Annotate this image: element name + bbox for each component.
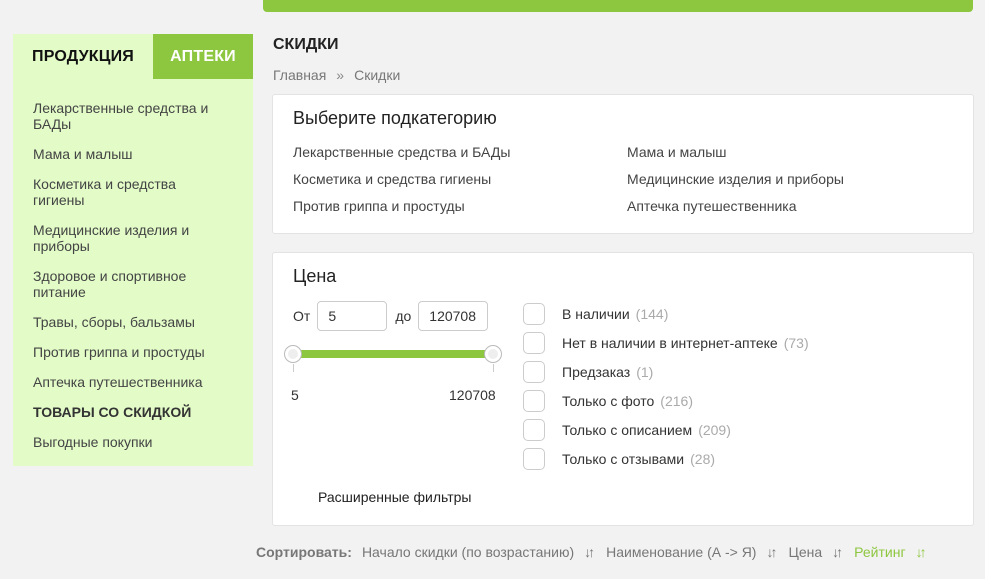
checkbox[interactable] (523, 389, 545, 412)
sidebar-item-herbs[interactable]: Травы, сборы, бальзамы (33, 314, 223, 330)
sidebar-item-medical-devices[interactable]: Медицинские изделия и приборы (33, 222, 223, 254)
filter-label: В наличии (562, 305, 630, 322)
filter-count: (73) (783, 334, 809, 351)
slider-tick-min (293, 364, 294, 372)
page-edge (985, 0, 990, 579)
page-title: СКИДКИ (273, 36, 339, 53)
filter-panel: Цена От до 5 120708 В наличии (144) Нет … (272, 252, 974, 526)
tab-products[interactable]: ПРОДУКЦИЯ (13, 34, 153, 79)
slider-max-value: 120708 (449, 387, 496, 403)
sort-label: Сортировать: (256, 544, 352, 560)
sidebar-item-medicines[interactable]: Лекарственные средства и БАДы (33, 100, 223, 132)
sort-by-name[interactable]: Наименование (А -> Я) (606, 544, 756, 560)
availability-filters: В наличии (144) Нет в наличии в интернет… (523, 299, 809, 473)
sidebar: ПРОДУКЦИЯ АПТЕКИ Лекарственные средства … (13, 34, 253, 466)
sidebar-item-healthy-food[interactable]: Здоровое и спортивное питание (33, 268, 223, 300)
filter-with-photo[interactable]: Только с фото (216) (523, 386, 809, 415)
slider-tick-max (493, 364, 494, 372)
checkbox[interactable] (523, 447, 545, 470)
filter-label: Только с фото (562, 392, 655, 409)
sidebar-tabs: ПРОДУКЦИЯ АПТЕКИ (13, 34, 253, 79)
subcategory-title: Выберите подкатегорию (293, 108, 497, 128)
filter-label: Нет в наличии в интернет-аптеке (562, 334, 778, 351)
subcategory-link[interactable]: Косметика и средства гигиены (293, 171, 491, 187)
filter-out-of-stock[interactable]: Нет в наличии в интернет-аптеке (73) (523, 328, 809, 357)
sort-by-price[interactable]: Цена (788, 544, 822, 560)
filter-count: (216) (660, 392, 693, 409)
sort-by-rating[interactable]: Рейтинг (854, 544, 905, 560)
filter-count: (144) (635, 305, 669, 322)
price-slider-min-handle[interactable] (284, 345, 302, 363)
advanced-filters-link[interactable]: Расширенные фильтры (318, 489, 471, 505)
filter-label: Только с описанием (562, 421, 693, 438)
price-slider[interactable] (284, 345, 503, 385)
price-range-inputs: От до (293, 301, 489, 331)
filter-count: (1) (636, 363, 654, 380)
sidebar-item-cosmetics[interactable]: Косметика и средства гигиены (33, 176, 223, 208)
sidebar-item-cold-flu[interactable]: Против гриппа и простуды (33, 344, 223, 360)
tab-pharmacies[interactable]: АПТЕКИ (153, 34, 253, 79)
filter-label: Предзаказ (562, 363, 631, 380)
subcategory-link[interactable]: Аптечка путешественника (627, 198, 797, 214)
sidebar-item-mother-baby[interactable]: Мама и малыш (33, 146, 223, 162)
sort-by-discount-start[interactable]: Начало скидки (по возрастанию) (362, 544, 574, 560)
subcategory-link[interactable]: Лекарственные средства и БАДы (293, 144, 510, 160)
breadcrumb-current: Скидки (354, 67, 401, 83)
price-slider-max-handle[interactable] (484, 345, 502, 363)
sort-bar: Сортировать: Начало скидки (по возрастан… (256, 544, 938, 560)
filter-with-reviews[interactable]: Только с отзывами (28) (523, 444, 809, 473)
top-accent-bar (263, 0, 973, 12)
subcategory-link[interactable]: Медицинские изделия и приборы (627, 171, 844, 187)
sidebar-item-good-deals[interactable]: Выгодные покупки (33, 434, 223, 450)
breadcrumb: Главная » Скидки (273, 67, 400, 83)
sidebar-item-travel-kit[interactable]: Аптечка путешественника (33, 374, 223, 390)
category-menu: Лекарственные средства и БАДы Мама и мал… (13, 79, 253, 450)
checkbox[interactable] (523, 418, 545, 441)
sort-arrows-icon[interactable]: ↓↑ (584, 544, 595, 560)
filter-in-stock[interactable]: В наличии (144) (523, 299, 809, 328)
subcategory-link[interactable]: Против гриппа и простуды (293, 198, 465, 214)
price-title: Цена (293, 266, 337, 286)
breadcrumb-separator: » (336, 67, 345, 83)
checkbox[interactable] (523, 360, 545, 383)
price-slider-track (293, 350, 493, 358)
filter-count: (28) (690, 450, 716, 467)
checkbox[interactable] (523, 331, 545, 354)
checkbox[interactable] (523, 302, 545, 325)
sidebar-item-discounts[interactable]: ТОВАРЫ СО СКИДКОЙ (33, 404, 223, 420)
subcategory-link[interactable]: Мама и малыш (627, 144, 727, 160)
price-from-input[interactable] (317, 301, 388, 331)
price-to-input[interactable] (418, 301, 489, 331)
filter-label: Только с отзывами (562, 450, 685, 467)
sort-arrows-icon[interactable]: ↓↑ (916, 544, 927, 560)
price-from-label: От (293, 308, 311, 324)
sort-arrows-icon[interactable]: ↓↑ (832, 544, 843, 560)
sort-arrows-icon[interactable]: ↓↑ (766, 544, 777, 560)
slider-min-value: 5 (291, 387, 299, 403)
filter-preorder[interactable]: Предзаказ (1) (523, 357, 809, 386)
subcategory-panel: Выберите подкатегорию Лекарственные сред… (272, 94, 974, 234)
filter-with-description[interactable]: Только с описанием (209) (523, 415, 809, 444)
breadcrumb-home-link[interactable]: Главная (273, 67, 326, 83)
filter-count: (209) (698, 421, 731, 438)
price-to-label: до (395, 308, 412, 324)
